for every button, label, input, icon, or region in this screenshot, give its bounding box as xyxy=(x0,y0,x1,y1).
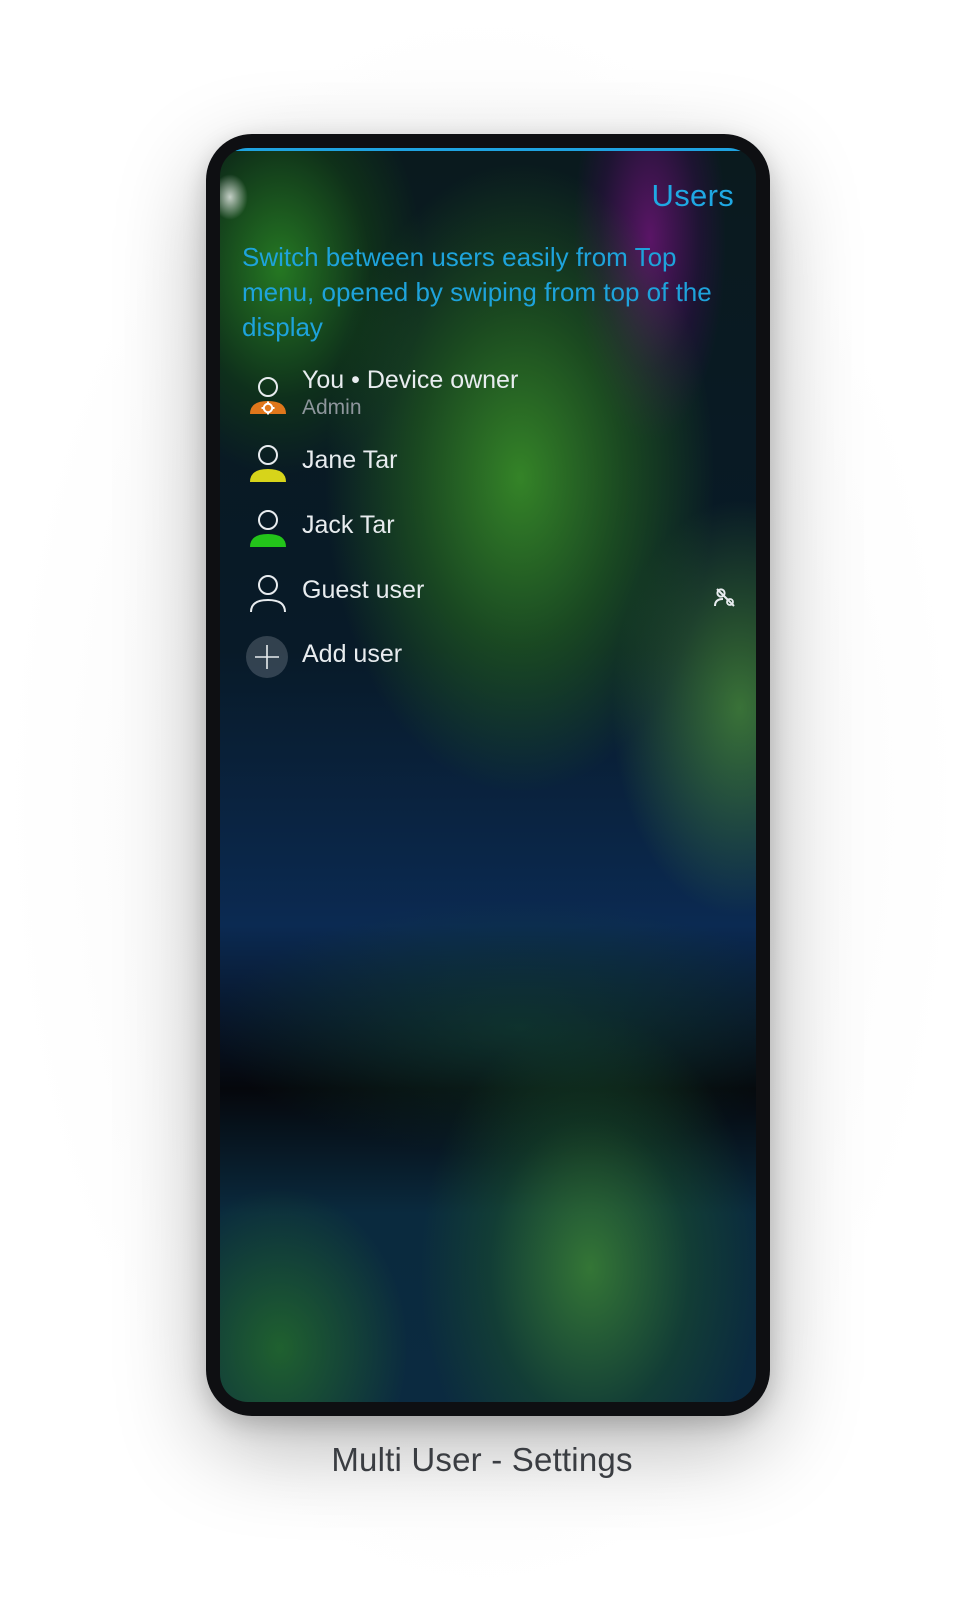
admin-user-icon xyxy=(250,377,286,415)
user-icon xyxy=(250,445,286,482)
add-user-button[interactable]: Add user xyxy=(220,636,756,698)
add-icon xyxy=(246,636,288,678)
guest-toggle-icon[interactable] xyxy=(714,586,736,608)
user-outline-icon xyxy=(250,575,286,613)
user-role: Admin xyxy=(302,396,362,419)
add-user-label: Add user xyxy=(302,640,403,668)
phone-screen: Users Switch between users easily from T… xyxy=(220,148,756,1402)
showcase-caption: Multi User - Settings xyxy=(331,1441,633,1478)
screen-glare xyxy=(220,174,248,220)
user-name: Guest user xyxy=(302,576,425,604)
user-name: You • Device owner xyxy=(302,366,519,394)
page-title: Users xyxy=(651,178,734,213)
user-icon xyxy=(250,510,286,547)
showcase-stage: Users Switch between users easily from T… xyxy=(0,0,964,1604)
phone-frame: Users Switch between users easily from T… xyxy=(206,134,770,1416)
user-item-jane[interactable]: Jane Tar xyxy=(220,442,756,504)
user-item-guest[interactable]: Guest user xyxy=(220,572,756,634)
user-name: Jack Tar xyxy=(302,511,395,539)
user-item-owner[interactable]: You • Device owner Admin xyxy=(220,366,756,428)
top-accent-line xyxy=(220,148,756,151)
user-name: Jane Tar xyxy=(302,446,398,474)
user-item-jack[interactable]: Jack Tar xyxy=(220,507,756,569)
hint-text: Switch between users easily from Top men… xyxy=(242,242,712,342)
